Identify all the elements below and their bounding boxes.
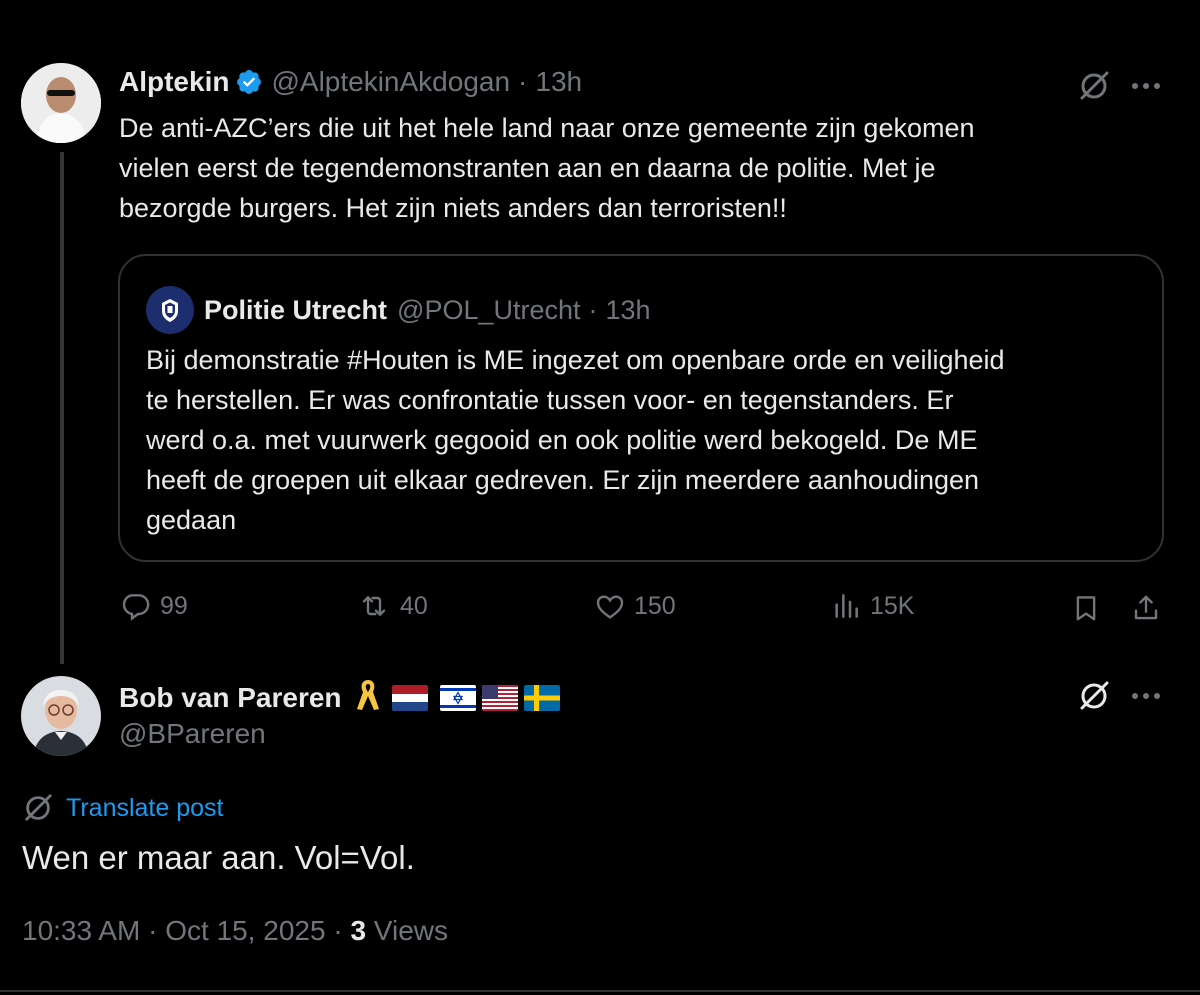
author-handle[interactable]: @AlptekinAkdogan	[271, 66, 510, 98]
repost-icon	[362, 596, 386, 616]
translate-label[interactable]: Translate post	[66, 794, 223, 823]
bookmark-icon[interactable]	[1068, 590, 1104, 626]
like-count: 150	[634, 591, 676, 620]
like-button[interactable]: 150	[594, 590, 676, 622]
views-button[interactable]: 15K	[830, 590, 914, 622]
post-date[interactable]: Oct 15, 2025	[165, 915, 325, 946]
thread-connector-line	[60, 152, 64, 664]
quote-line: te herstellen. Er was confrontatie tusse…	[146, 385, 954, 415]
tweet1-line: bezorgde burgers. Het zijn niets anders …	[119, 193, 787, 223]
quote-line: gedaan	[146, 505, 237, 535]
ribbon-icon	[356, 678, 380, 717]
flag-israel-icon	[439, 684, 476, 711]
author-name[interactable]: Bob van Pareren	[119, 682, 342, 714]
quote-header: Politie Utrecht @POL_Utrecht · 13h	[146, 286, 651, 334]
more-icon[interactable]	[1126, 66, 1166, 106]
quote-line: heeft de groepen uit elkaar gedreven. Er…	[146, 465, 980, 495]
post-time[interactable]: 13h	[535, 66, 582, 98]
quote-author-name[interactable]: Politie Utrecht	[204, 295, 387, 326]
quote-time[interactable]: 13h	[606, 295, 651, 326]
like-icon	[596, 595, 624, 619]
avatar-politie-utrecht[interactable]	[146, 286, 194, 334]
translate-icon	[25, 794, 52, 821]
separator-dot: ·	[333, 915, 343, 946]
tweet1-header: Alptekin @AlptekinAkdogan · 13h	[119, 66, 582, 98]
post-metadata: 10:33 AM · Oct 15, 2025 · 3 Views	[22, 915, 448, 947]
grok-icon[interactable]	[1074, 66, 1114, 106]
quote-line: Bij demonstratie #Houten is ME ingezet o…	[146, 345, 1005, 375]
quote-author-handle[interactable]: @POL_Utrecht	[397, 295, 580, 326]
reply-icon	[122, 594, 150, 621]
views-count: 15K	[870, 591, 915, 620]
repost-button[interactable]: 40	[356, 590, 428, 622]
separator-dot: ·	[148, 915, 158, 946]
tweet1-text: De anti-AZC’ers die uit het hele land na…	[119, 108, 1179, 228]
author-name[interactable]: Alptekin	[119, 66, 229, 98]
flag-sweden-icon	[523, 684, 560, 711]
tweet2-header: Bob van Pareren	[119, 678, 560, 717]
views-label: Views	[373, 915, 448, 946]
quoted-post[interactable]: Politie Utrecht @POL_Utrecht · 13h Bij d…	[118, 254, 1164, 562]
grok-icon[interactable]	[1074, 676, 1114, 716]
tweet1-line: vielen eerst de tegendemonstranten aan e…	[119, 153, 936, 183]
translate-post-link[interactable]: Translate post	[22, 792, 223, 824]
author-handle[interactable]: @BPareren	[119, 718, 266, 750]
post-time[interactable]: 10:33 AM	[22, 915, 140, 946]
reply-button[interactable]: 99	[120, 590, 188, 622]
quote-line: werd o.a. met vuurwerk gegooid en ook po…	[146, 425, 978, 455]
avatar-alptekin[interactable]	[21, 63, 101, 143]
share-icon[interactable]	[1128, 590, 1164, 626]
views-number: 3	[350, 915, 367, 946]
flag-usa-icon	[481, 684, 518, 711]
separator-dot: ·	[588, 294, 598, 325]
repost-count: 40	[400, 591, 428, 620]
reply-count: 99	[160, 591, 188, 620]
tweet1-line: De anti-AZC’ers die uit het hele land na…	[119, 113, 975, 143]
tweet2-text: Wen er maar aan. Vol=Vol.	[22, 839, 415, 876]
flag-netherlands-icon	[391, 684, 428, 711]
verified-badge-icon[interactable]	[235, 68, 263, 96]
views-icon	[835, 594, 858, 618]
avatar-bob-van-pareren[interactable]	[21, 676, 101, 756]
separator-dot: ·	[518, 66, 528, 97]
more-icon[interactable]	[1126, 676, 1166, 716]
divider	[0, 990, 1200, 992]
quote-text: Bij demonstratie #Houten is ME ingezet o…	[146, 340, 1146, 540]
